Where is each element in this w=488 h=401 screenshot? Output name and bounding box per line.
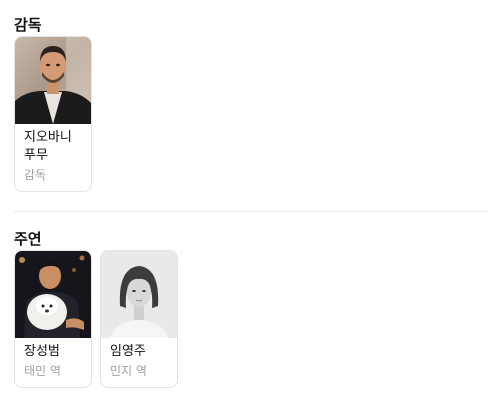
man-with-dog-photo	[15, 251, 91, 338]
woman-portrait-photo	[101, 251, 177, 338]
person-name: 지오바니 푸무	[24, 130, 72, 163]
cast-section-title: 주연	[14, 230, 42, 248]
cast-card[interactable]: 장성범 태민 역	[14, 250, 92, 388]
section-divider	[14, 211, 488, 212]
person-role: 민지 역	[110, 364, 147, 378]
director-photo	[15, 37, 91, 124]
director-section-title: 감독	[14, 16, 42, 34]
person-role: 감독	[24, 168, 47, 182]
person-role: 태민 역	[24, 364, 61, 378]
cast-card[interactable]: 임영주 민지 역	[100, 250, 178, 388]
director-card[interactable]: 지오바니 푸무 감독	[14, 36, 92, 192]
person-name: 장성범	[24, 344, 60, 359]
person-name: 임영주	[110, 344, 146, 359]
